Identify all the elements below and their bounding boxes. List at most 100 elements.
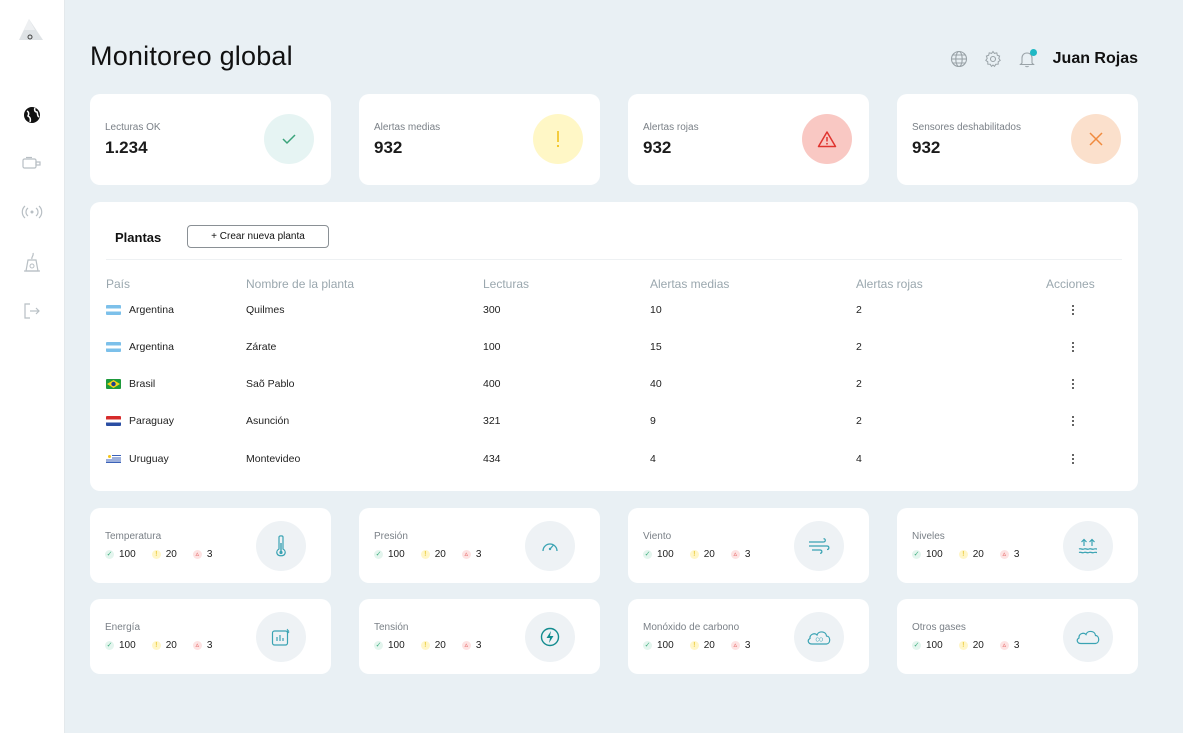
alert-triangle-icon: ▵ [461, 550, 471, 559]
sensor-card-wind[interactable]: Viento ✓ 100 ! 20 ▵ 3 [628, 508, 869, 583]
sensor-stats: ✓ 100 ! 20 ▵ 3 [105, 640, 228, 651]
language-button[interactable] [949, 49, 969, 69]
sidebar-item-plants[interactable] [18, 248, 46, 276]
cloud-icon [1076, 630, 1100, 645]
row-actions-menu-icon[interactable] [1067, 413, 1079, 429]
user-name[interactable]: Juan Rojas [1053, 50, 1138, 68]
kpi-value: 932 [643, 138, 672, 157]
camera-sensor-icon [22, 156, 41, 169]
kpi-label: Alertas rojas [643, 122, 699, 133]
sidebar-item-signals[interactable] [18, 198, 46, 226]
table-row[interactable]: Brasil Saõ Pablo 400 40 2 [90, 373, 1138, 397]
table-row[interactable]: Argentina Quilmes 300 10 2 [90, 299, 1138, 323]
alert-triangle-icon: ▵ [999, 550, 1009, 559]
ok-check-icon: ✓ [643, 641, 652, 650]
sidebar-item-global[interactable] [18, 101, 46, 129]
err-count: 3 [744, 640, 751, 651]
sidebar [0, 0, 65, 733]
kpi-card-readings-ok: Lecturas OK 1.234 [90, 94, 331, 185]
kpi-card-red-alerts: Alertas rojas 932 [628, 94, 869, 185]
alert-triangle-icon: ▵ [192, 550, 202, 559]
err-count: 3 [206, 640, 213, 651]
globe-outline-icon [950, 50, 967, 68]
lightning-icon [540, 627, 560, 647]
kpi-value: 932 [912, 138, 941, 157]
sensor-icon-circle: CO [794, 612, 844, 662]
sensor-card-other-gases[interactable]: Otros gases ✓ 100 ! 20 ▵ 3 [897, 599, 1138, 674]
kpi-icon-circle [1071, 114, 1121, 164]
column-header-medium-alerts[interactable]: Alertas medias [650, 277, 729, 291]
water-level-icon [1078, 538, 1098, 554]
err-count: 3 [206, 549, 213, 560]
header-actions: Juan Rojas [949, 46, 1138, 72]
err-count: 3 [475, 549, 482, 560]
table-row[interactable]: Argentina Zárate 100 15 2 [90, 336, 1138, 360]
ok-count: 100 [657, 549, 674, 560]
sensor-icon-circle [256, 612, 306, 662]
cell-country: Argentina [106, 341, 174, 353]
err-count: 3 [1013, 640, 1020, 651]
sensor-label: Temperatura [105, 531, 162, 542]
flag-argentina-icon [106, 305, 121, 316]
exclamation-icon [556, 131, 560, 148]
notification-dot [1029, 49, 1037, 56]
alert-triangle-icon: ▵ [730, 641, 740, 650]
sensor-card-voltage[interactable]: Tensión ✓ 100 ! 20 ▵ 3 [359, 599, 600, 674]
kpi-card-medium-alerts: Alertas medias 932 [359, 94, 600, 185]
sensor-icon-circle [1063, 521, 1113, 571]
sensor-stats: ✓ 100 ! 20 ▵ 3 [912, 640, 1035, 651]
alert-triangle-icon: ▵ [192, 641, 202, 650]
ok-check-icon: ✓ [105, 641, 114, 650]
kpi-icon-circle [533, 114, 583, 164]
warning-exclamation-icon: ! [689, 641, 699, 650]
sensor-icon-circle [1063, 612, 1113, 662]
err-count: 3 [475, 640, 482, 651]
ok-count: 100 [119, 640, 136, 651]
app-logo[interactable] [16, 16, 46, 42]
warning-exclamation-icon: ! [151, 550, 161, 559]
column-header-actions: Acciones [1046, 277, 1095, 291]
table-row[interactable]: Paraguay Asunción 321 9 2 [90, 410, 1138, 434]
notifications-button[interactable] [1017, 49, 1037, 69]
row-actions-menu-icon[interactable] [1067, 376, 1079, 392]
column-header-readings[interactable]: Lecturas [483, 277, 529, 291]
warn-count: 20 [972, 640, 984, 651]
cell-plant-name: Quilmes [246, 304, 285, 316]
country-name: Uruguay [129, 453, 169, 465]
wind-icon [809, 538, 830, 554]
sidebar-item-logout[interactable] [18, 297, 46, 325]
sensor-card-pressure[interactable]: Presión ✓ 100 ! 20 ▵ 3 [359, 508, 600, 583]
sidebar-item-sensors[interactable] [18, 149, 46, 177]
sensor-label: Monóxido de carbono [643, 622, 740, 633]
globe-icon [24, 107, 40, 123]
ok-check-icon: ✓ [912, 550, 921, 559]
ok-count: 100 [657, 640, 674, 651]
sensor-stats: ✓ 100 ! 20 ▵ 3 [374, 549, 497, 560]
cell-red-alerts: 2 [856, 415, 862, 427]
row-actions-menu-icon[interactable] [1067, 302, 1079, 318]
cell-readings: 300 [483, 304, 501, 316]
sensor-card-carbon-monoxide[interactable]: Monóxido de carbono ✓ 100 ! 20 ▵ 3 CO [628, 599, 869, 674]
table-row[interactable]: Uruguay Montevideo 434 4 4 [90, 448, 1138, 472]
settings-button[interactable] [983, 49, 1003, 69]
check-icon [282, 134, 296, 145]
warn-count: 20 [434, 549, 446, 560]
column-header-plant-name[interactable]: Nombre de la planta [246, 277, 354, 291]
cell-red-alerts: 4 [856, 453, 862, 465]
cell-readings: 321 [483, 415, 501, 427]
column-header-country[interactable]: País [106, 277, 130, 291]
warning-exclamation-icon: ! [958, 550, 968, 559]
warning-exclamation-icon: ! [958, 641, 968, 650]
sensor-icon-circle [794, 521, 844, 571]
divider [106, 259, 1122, 260]
sensor-card-energy[interactable]: Energía ✓ 100 ! 20 ▵ 3 [90, 599, 331, 674]
sensor-card-levels[interactable]: Niveles ✓ 100 ! 20 ▵ 3 [897, 508, 1138, 583]
create-plant-button[interactable]: + Crear nueva planta [187, 225, 329, 248]
row-actions-menu-icon[interactable] [1067, 339, 1079, 355]
column-header-red-alerts[interactable]: Alertas rojas [856, 277, 923, 291]
sensor-card-temperature[interactable]: Temperatura ✓ 100 ! 20 ▵ 3 [90, 508, 331, 583]
cell-medium-alerts: 40 [650, 378, 662, 390]
row-actions-menu-icon[interactable] [1067, 451, 1079, 467]
country-name: Paraguay [129, 415, 174, 427]
sensor-label: Viento [643, 531, 672, 542]
